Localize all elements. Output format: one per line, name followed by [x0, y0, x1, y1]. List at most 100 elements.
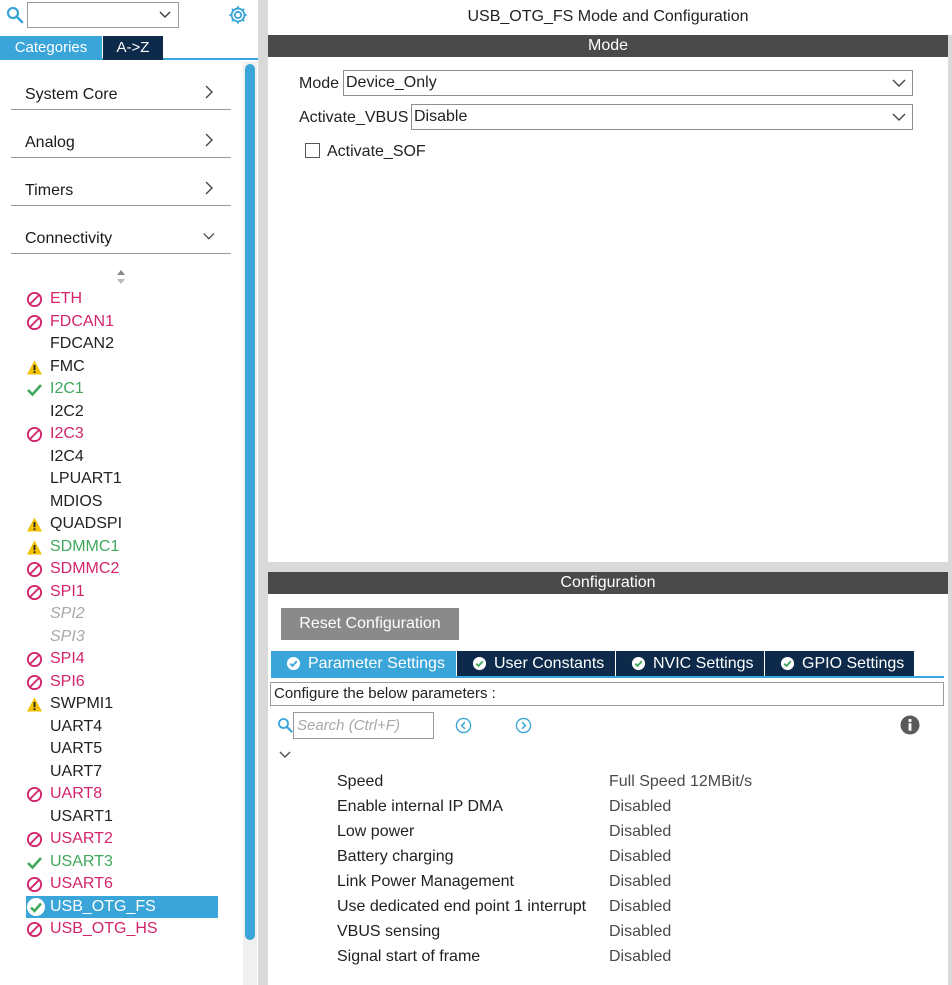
sidebar-item-label: I2C1	[50, 380, 84, 397]
sidebar-item-label: I2C2	[50, 402, 84, 420]
parameter-row[interactable]: Use dedicated end point 1 interrupt Disab…	[337, 894, 897, 919]
parameter-value[interactable]: Disabled	[609, 894, 671, 919]
sof-checkbox[interactable]	[305, 143, 320, 158]
sidebar-item-i2c1[interactable]: I2C1	[26, 378, 218, 400]
check-circle-icon	[26, 897, 45, 916]
disabled-icon	[26, 426, 43, 443]
tab-gpio-settings[interactable]: GPIO Settings	[765, 651, 914, 676]
parameter-row[interactable]: VBUS sensing Disabled	[337, 919, 897, 944]
split-handle[interactable]	[268, 562, 952, 572]
parameter-value[interactable]: Disabled	[609, 919, 671, 944]
chevron-right-icon	[205, 133, 213, 147]
sidebar-item-mdios[interactable]: MDIOS	[26, 491, 218, 513]
sidebar-item-usart2[interactable]: USART2	[26, 828, 218, 850]
info-icon[interactable]	[900, 715, 920, 735]
parameter-row[interactable]: Enable internal IP DMA Disabled	[337, 794, 897, 819]
sidebar-item-lpuart1[interactable]: LPUART1	[26, 468, 218, 490]
parameter-value[interactable]: Disabled	[609, 844, 671, 869]
sidebar-item-sdmmc1[interactable]: SDMMC1	[26, 536, 218, 558]
sidebar-item-usb-otg-fs[interactable]: USB_OTG_FS	[26, 895, 218, 918]
parameter-value[interactable]: Disabled	[609, 819, 671, 844]
sidebar-item-uart7[interactable]: UART7	[26, 761, 218, 783]
reset-configuration-button[interactable]: Reset Configuration	[281, 608, 459, 640]
sidebar-item-i2c4[interactable]: I2C4	[26, 446, 218, 468]
tabs-underline	[271, 676, 944, 678]
parameter-value[interactable]: Disabled	[609, 794, 671, 819]
sidebar-item-label: I2C3	[50, 425, 84, 442]
mode-area: Mode Device_Only Activate_VBUS Disable A…	[268, 57, 948, 562]
chevron-down-icon[interactable]	[158, 9, 172, 21]
parameter-name: Battery charging	[337, 848, 454, 865]
sidebar-item-spi3[interactable]: SPI3	[26, 626, 218, 648]
parameter-row[interactable]: Signal start of frame Disabled	[337, 944, 897, 969]
mode-select-value: Device_Only	[346, 74, 437, 91]
category-analog[interactable]: Analog	[11, 110, 231, 158]
panel-divider[interactable]	[258, 0, 268, 985]
warning-icon	[26, 516, 43, 533]
category-label: Timers	[25, 182, 74, 199]
sidebar-item-sdmmc2[interactable]: SDMMC2	[26, 558, 218, 580]
tab-a-z[interactable]: A->Z	[103, 36, 163, 60]
sort-icon[interactable]	[114, 268, 128, 286]
sidebar-item-spi6[interactable]: SPI6	[26, 671, 218, 693]
sidebar-item-usart6[interactable]: USART6	[26, 873, 218, 895]
sidebar-item-spi2[interactable]: SPI2	[26, 603, 218, 625]
chevron-down-icon	[892, 79, 906, 87]
parameter-row[interactable]: Battery charging Disabled	[337, 844, 897, 869]
parameter-name: Signal start of frame	[337, 948, 481, 965]
sidebar-item-eth[interactable]: ETH	[26, 288, 218, 310]
parameter-value[interactable]: Disabled	[609, 869, 671, 894]
parameter-search-input[interactable]: Search (Ctrl+F)	[293, 712, 434, 739]
scrollbar-thumb[interactable]	[245, 64, 255, 940]
left-panel: Categories A->Z System Core Analog Timer…	[0, 0, 258, 985]
mode-select[interactable]: Device_Only	[343, 70, 913, 96]
previous-result-icon[interactable]	[455, 717, 472, 734]
chevron-down-icon[interactable]	[278, 750, 292, 760]
parameter-value[interactable]: Full Speed 12MBit/s	[609, 769, 752, 794]
sidebar-item-uart5[interactable]: UART5	[26, 738, 218, 760]
next-result-icon[interactable]	[515, 717, 532, 734]
sidebar-item-uart8[interactable]: UART8	[26, 783, 218, 805]
vbus-select[interactable]: Disable	[411, 104, 913, 130]
sidebar-item-label: ETH	[50, 290, 82, 307]
disabled-icon	[26, 651, 43, 668]
parameter-value[interactable]: Disabled	[609, 944, 671, 969]
sidebar-item-fdcan2[interactable]: FDCAN2	[26, 333, 218, 355]
tab-parameter-settings[interactable]: Parameter Settings	[271, 651, 456, 676]
sidebar-item-fdcan1[interactable]: FDCAN1	[26, 311, 218, 333]
sidebar-item-label: MDIOS	[50, 492, 103, 510]
disabled-icon	[26, 921, 43, 938]
sidebar-item-label: UART5	[50, 740, 103, 757]
sidebar-item-i2c3[interactable]: I2C3	[26, 423, 218, 445]
chevron-down-icon	[892, 113, 906, 121]
disabled-icon	[26, 831, 43, 848]
sidebar-item-fmc[interactable]: FMC	[26, 356, 218, 378]
sidebar-item-label: SDMMC2	[50, 560, 120, 577]
sidebar-item-spi1[interactable]: SPI1	[26, 581, 218, 603]
sidebar-item-usb-otg-hs[interactable]: USB_OTG_HS	[26, 918, 218, 940]
sidebar-item-i2c2[interactable]: I2C2	[26, 401, 218, 423]
sidebar-item-label: USART6	[50, 875, 113, 892]
sidebar-item-spi4[interactable]: SPI4	[26, 648, 218, 670]
sidebar-item-quadspi[interactable]: QUADSPI	[26, 513, 218, 535]
parameter-row[interactable]: Speed Full Speed 12MBit/s	[337, 769, 897, 794]
parameter-row[interactable]: Low power Disabled	[337, 819, 897, 844]
sidebar-item-swpmi1[interactable]: SWPMI1	[26, 693, 218, 715]
sidebar-item-label: QUADSPI	[50, 515, 123, 532]
category-timers[interactable]: Timers	[11, 158, 231, 206]
tab-categories[interactable]: Categories	[0, 36, 102, 60]
tab-user-constants[interactable]: User Constants	[457, 651, 615, 676]
sidebar-item-uart4[interactable]: UART4	[26, 716, 218, 738]
search-combo[interactable]	[27, 2, 179, 28]
sidebar-scrollbar[interactable]	[243, 62, 257, 985]
tab-nvic-settings[interactable]: NVIC Settings	[616, 651, 764, 676]
parameter-row[interactable]: Link Power Management Disabled	[337, 869, 897, 894]
category-connectivity[interactable]: Connectivity	[11, 206, 231, 254]
sidebar-item-label: USART1	[50, 807, 113, 825]
sidebar-item-usart3[interactable]: USART3	[26, 851, 218, 873]
gear-icon[interactable]	[227, 4, 249, 26]
chevron-right-icon	[205, 85, 213, 99]
sidebar-item-label: UART4	[50, 717, 103, 735]
category-system-core[interactable]: System Core	[11, 62, 231, 110]
sidebar-item-usart1[interactable]: USART1	[26, 806, 218, 828]
